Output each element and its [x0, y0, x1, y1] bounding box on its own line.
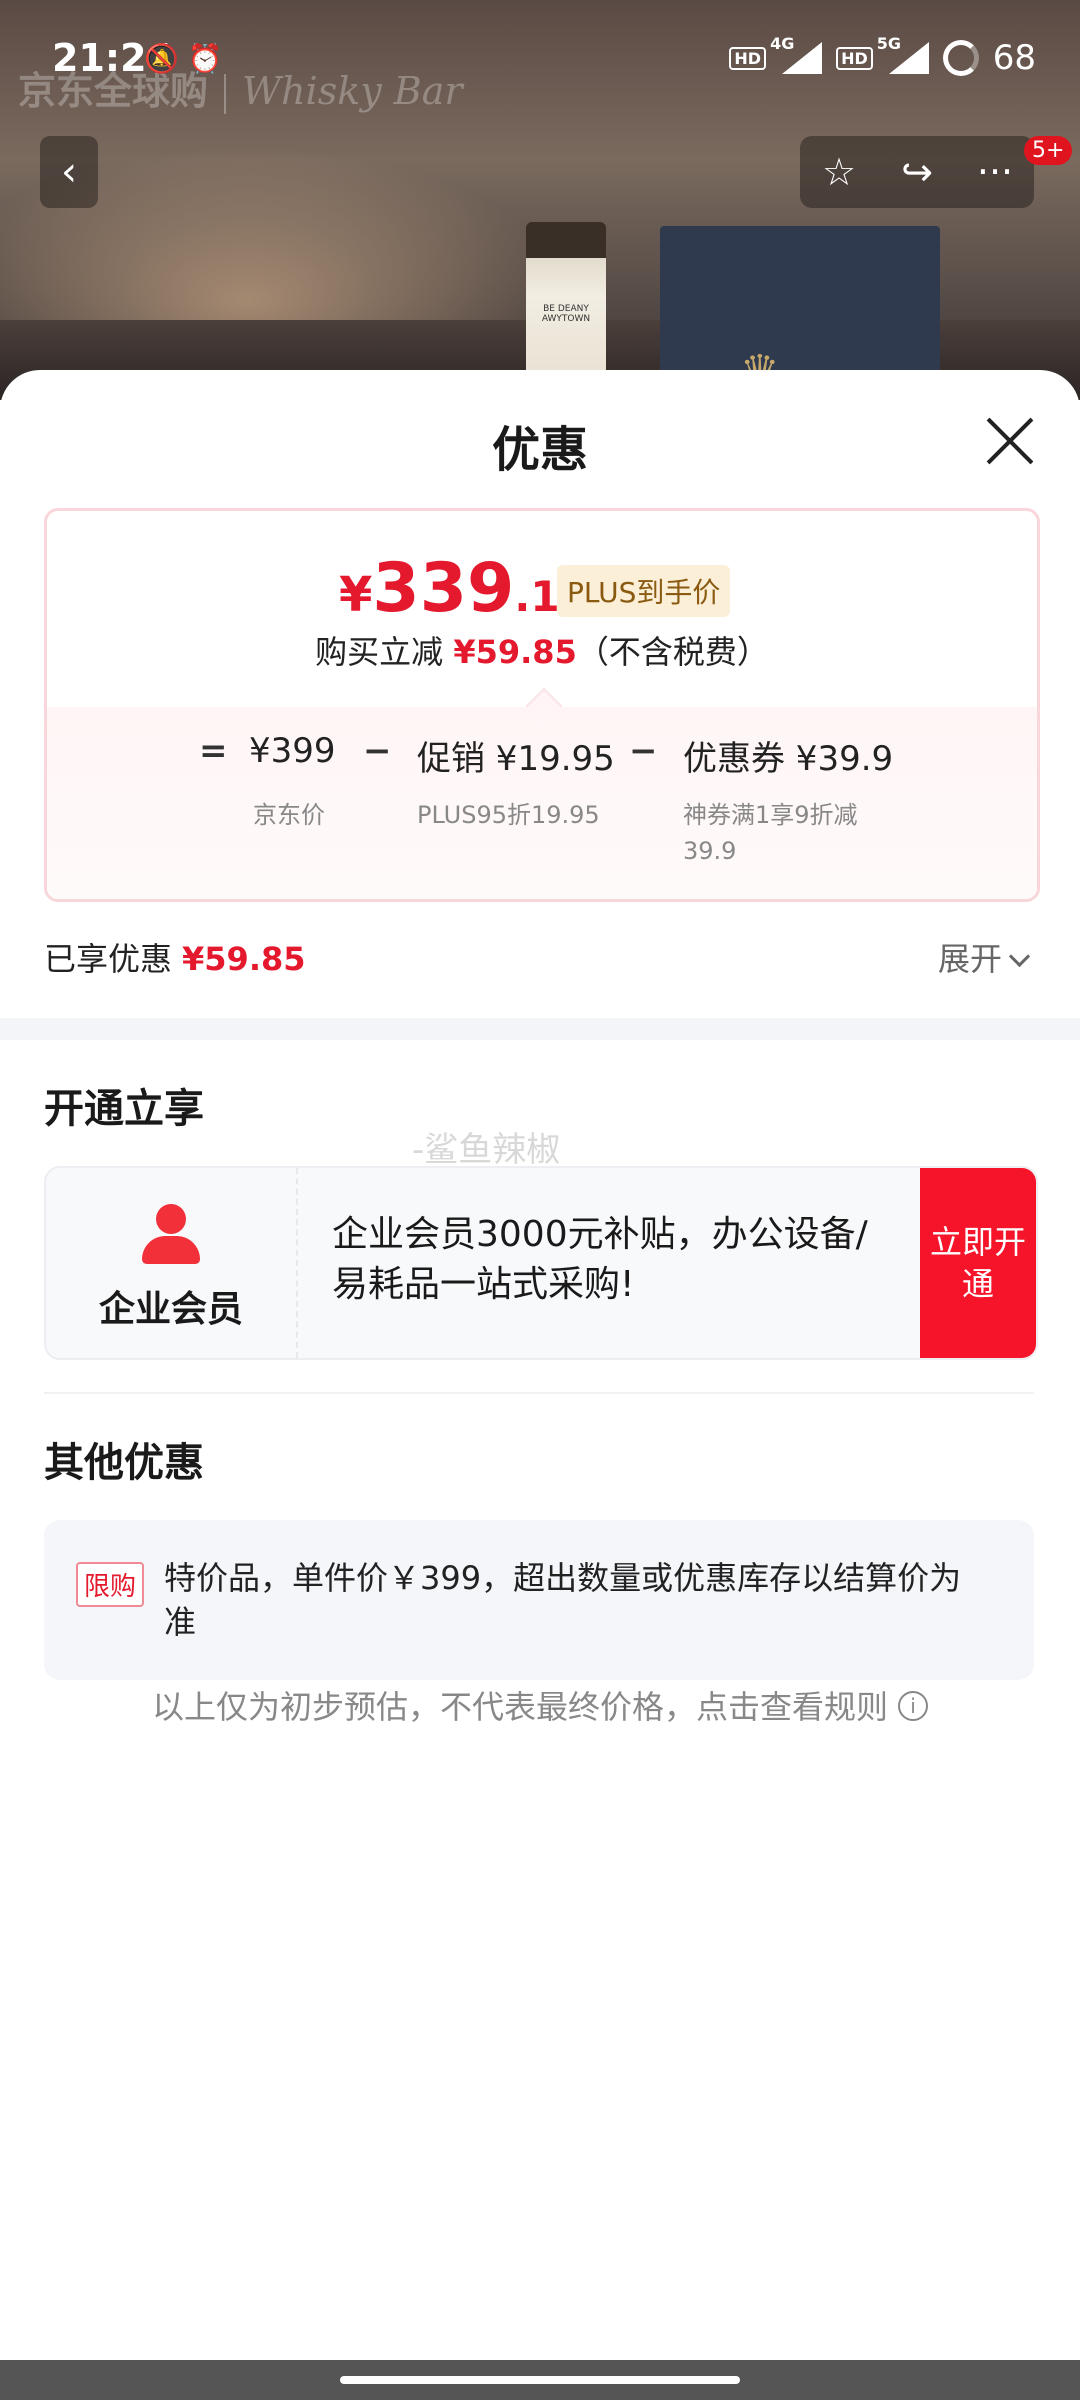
network-type-2: 5G — [876, 34, 901, 53]
signal-icon-2: 5G — [877, 34, 929, 74]
plus-price-tag: PLUS到手价 — [557, 565, 731, 617]
reduce-line: 购买立减 ¥59.85（不含税费） — [47, 627, 1037, 673]
home-indicator[interactable] — [340, 2376, 740, 2384]
equals-sign: = — [199, 731, 228, 771]
activate-now-button[interactable]: 立即开通 — [920, 1168, 1036, 1358]
limit-tag: 限购 — [76, 1562, 145, 1607]
status-bar: 21:24 🔕 ⏰ HD 4G HD 5G 68 — [0, 0, 1080, 120]
coupon-label-line2: 39.9 — [683, 837, 737, 865]
price-formula: = ¥399 京东价 − 促销 ¥19.95 PLUS95折19.95 − 优惠… — [47, 687, 1037, 899]
coupon-label: 神券满1享9折减 39.9 — [683, 797, 858, 869]
hd-icon-2: HD — [836, 46, 873, 70]
base-price-label: 京东价 — [253, 801, 325, 829]
reduce-suffix: （不含税费） — [576, 633, 769, 671]
enjoyed-value: ¥59.85 — [182, 940, 306, 978]
navigation-gesture-bar — [0, 2360, 1080, 2400]
more-icon[interactable]: ··· — [965, 150, 1025, 194]
price-currency: ¥ — [339, 567, 373, 623]
person-icon — [138, 1204, 204, 1264]
battery-level: 68 — [992, 38, 1036, 78]
price-summary: ¥339.15 PLUS到手价 购买立减 ¥59.85（不含税费） — [47, 511, 1037, 707]
info-icon[interactable]: i — [898, 1691, 928, 1721]
status-left-icons: 🔕 ⏰ — [144, 42, 223, 75]
other-discount-card: 限购 特价品，单件价￥399，超出数量或优惠库存以结算价为准 — [44, 1520, 1034, 1680]
signal-icon-1: 4G — [770, 34, 823, 74]
discount-sheet: 优惠 ¥339.15 PLUS到手价 购买立减 ¥59.85（不含税费） = ¥… — [0, 370, 1080, 2360]
bottle-cap — [526, 222, 606, 258]
back-button[interactable]: ‹ — [40, 136, 98, 208]
network-type-1: 4G — [770, 34, 795, 53]
price-card: ¥339.15 PLUS到手价 购买立减 ¥59.85（不含税费） = ¥399… — [44, 508, 1040, 902]
chevron-left-icon: ‹ — [61, 149, 77, 195]
section-title-open: 开通立享 — [44, 1086, 204, 1132]
reduce-prefix: 购买立减 — [315, 633, 444, 671]
section-divider — [0, 1018, 1080, 1040]
base-price-value: ¥399 — [249, 731, 336, 771]
promo-label: PLUS95折19.95 — [417, 801, 600, 829]
user-watermark: -鲨鱼辣椒 — [412, 1130, 561, 1170]
member-name: 企业会员 — [98, 1289, 243, 1330]
price-disclaimer[interactable]: 以上仅为初步预估，不代表最终价格，点击查看规则 i — [0, 1682, 1080, 1728]
member-description: 企业会员3000元补贴，办公设备/易耗品一站式采购! — [332, 1214, 868, 1305]
section-title-other: 其他优惠 — [44, 1440, 204, 1486]
enjoyed-discount: 已享优惠 ¥59.85 — [44, 934, 306, 980]
battery-icon — [942, 40, 979, 76]
enterprise-member-card[interactable]: 企业会员 企业会员3000元补贴，办公设备/易耗品一站式采购! 立即开通 — [44, 1166, 1038, 1360]
thin-divider — [44, 1392, 1034, 1394]
sheet-title: 优惠 — [491, 422, 588, 478]
coupon-label-line1: 神券满1享9折减 — [683, 801, 858, 829]
close-icon[interactable] — [984, 416, 1034, 466]
status-right-group: HD 4G HD 5G 68 — [729, 34, 1036, 78]
disclaimer-text: 以上仅为初步预估，不代表最终价格，点击查看规则 — [151, 1688, 888, 1726]
price-integer: 339 — [372, 549, 515, 628]
header-actions: ☆ ↪ ··· — [800, 136, 1034, 208]
other-discount-text: 特价品，单件价￥399，超出数量或优惠库存以结算价为准 — [164, 1559, 962, 1641]
minus-sign-1: − — [363, 731, 392, 771]
chevron-down-icon — [1008, 945, 1031, 968]
enjoyed-label: 已享优惠 — [44, 940, 173, 978]
whisky-bottle: BE DEANY AWYTOWN — [526, 222, 606, 386]
message-badge: 5+ — [1024, 136, 1073, 165]
coupon-value: 优惠券 ¥39.9 — [683, 739, 894, 779]
member-left: 企业会员 — [46, 1168, 298, 1358]
promo-value: 促销 ¥19.95 — [417, 739, 615, 779]
final-price: ¥339.15 — [339, 549, 589, 628]
expand-button[interactable]: 展开 — [938, 934, 1031, 980]
reduce-value: ¥59.85 — [453, 633, 577, 671]
bottle-label: BE DEANY AWYTOWN — [541, 304, 591, 324]
minus-sign-2: − — [629, 731, 658, 771]
hd-icon: HD — [729, 46, 767, 70]
favorite-star-icon[interactable]: ☆ — [809, 150, 869, 194]
expand-label: 展开 — [938, 940, 1003, 978]
share-icon[interactable]: ↪ — [887, 150, 947, 194]
